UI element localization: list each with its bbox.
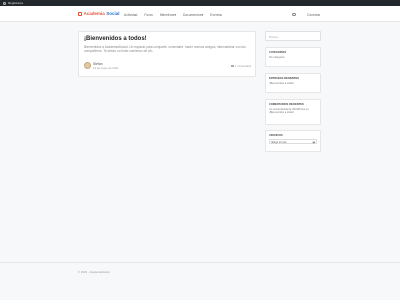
comment-count: 1 comentario bbox=[235, 64, 252, 68]
logo-icon bbox=[78, 11, 82, 16]
nav-item-events[interactable]: Eventos bbox=[210, 13, 222, 17]
register-link[interactable]: Registrarse bbox=[8, 1, 23, 5]
site-logo[interactable]: Academia Social bbox=[78, 11, 120, 16]
logo-text-part1: Academia bbox=[83, 11, 105, 16]
widget-categories: CATEGORÍAS Sin categoría bbox=[265, 47, 321, 67]
widget-title: ENTRADAS RECIENTES bbox=[269, 77, 299, 80]
main-nav: Actividad Foros Miembros▾ Documentos▾ Ev… bbox=[124, 13, 222, 17]
archive-month-select[interactable]: Elegir el mes bbox=[269, 139, 317, 144]
post-excerpt: Bienvenidos a AcademiaSocial. Un espacio… bbox=[84, 45, 246, 54]
post-date: 14 de mayo de 2021 bbox=[93, 66, 119, 70]
site-footer: © 2023 · AcademiaSocial bbox=[0, 262, 400, 300]
wordpress-icon[interactable] bbox=[3, 1, 6, 5]
logo-text-part2: Social bbox=[106, 11, 120, 16]
nav-item-activity[interactable]: Actividad bbox=[124, 13, 137, 17]
author-avatar[interactable] bbox=[84, 62, 91, 69]
site-header: Academia Social Actividad Foros Miembros▾… bbox=[0, 6, 400, 22]
widget-archives: ARCHIVOS Elegir el mes bbox=[265, 130, 321, 152]
post-title[interactable]: ¡Bienvenidos a todos! bbox=[84, 36, 147, 42]
nav-item-members[interactable]: Miembros▾ bbox=[160, 13, 176, 17]
widget-recent-comments: COMENTARIOS RECIENTES Un comentarista de… bbox=[265, 99, 321, 125]
post-card: ¡Bienvenidos a todos! Bienvenidos a Acad… bbox=[78, 31, 256, 77]
category-link[interactable]: Sin categoría bbox=[269, 56, 319, 59]
post-comments[interactable]: 1 comentario bbox=[231, 64, 251, 68]
footer-copyright: © 2023 · AcademiaSocial bbox=[78, 270, 110, 274]
sidebar-search-input[interactable]: Buscar... bbox=[265, 31, 321, 41]
select-value: Elegir el mes bbox=[271, 141, 287, 144]
widget-title: CATEGORÍAS bbox=[269, 51, 287, 54]
comment-icon bbox=[231, 64, 234, 68]
nav-item-forums[interactable]: Foros bbox=[144, 13, 152, 17]
widget-title: COMENTARIOS RECIENTES bbox=[269, 103, 304, 106]
recent-post-link[interactable]: ¡Bienvenidos a todos! bbox=[269, 82, 319, 85]
widget-recent-posts: ENTRADAS RECIENTES ¡Bienvenidos a todos! bbox=[265, 73, 321, 93]
login-link[interactable]: Conectar bbox=[307, 13, 320, 17]
search-icon[interactable] bbox=[292, 12, 296, 16]
search-placeholder: Buscar... bbox=[269, 35, 280, 40]
recent-comment-link[interactable]: Un comentarista de WordPress en ¡Bienven… bbox=[269, 108, 319, 115]
widget-title: ARCHIVOS bbox=[269, 134, 283, 137]
chevron-down-icon bbox=[312, 140, 315, 144]
nav-item-documents[interactable]: Documentos▾ bbox=[183, 13, 203, 17]
